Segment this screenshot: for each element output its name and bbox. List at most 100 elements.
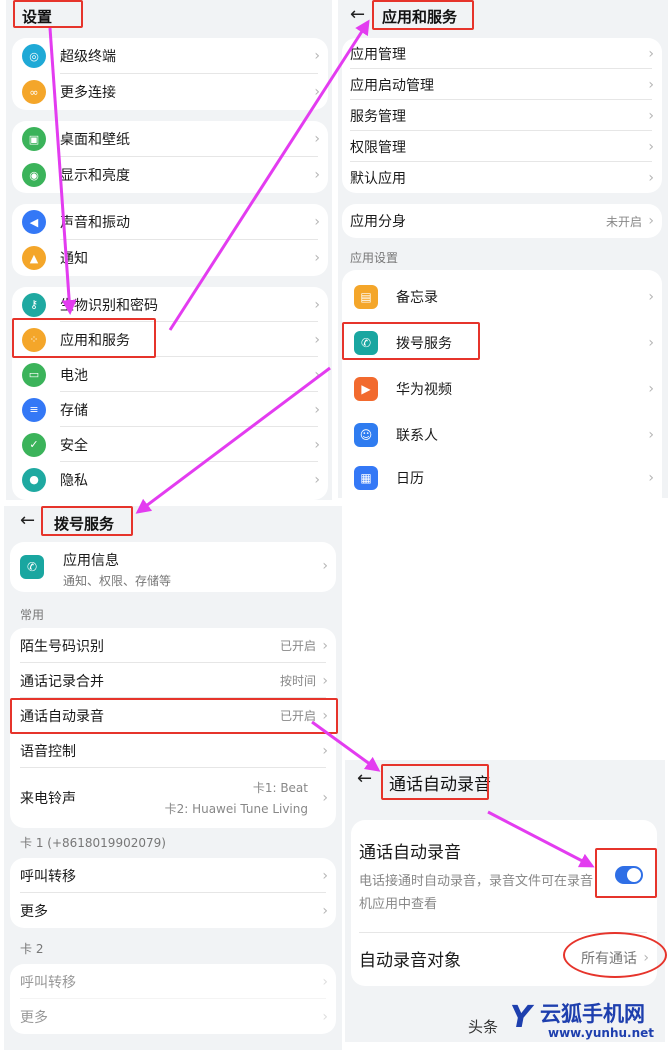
eye-icon: ◉	[22, 163, 46, 187]
apps-group-management: 应用管理 › 应用启动管理 › 服务管理 › 权限管理 › 默认应用 ›	[342, 38, 662, 193]
dial-item-voice-control[interactable]: 语音控制 ›	[10, 733, 336, 768]
chevron-right-icon: ›	[314, 167, 320, 183]
chevron-right-icon: ›	[322, 558, 328, 574]
ringtone-card2-value: 卡2: Huawei Tune Living	[164, 802, 308, 816]
settings-item-display[interactable]: ◉ 显示和亮度 ›	[12, 157, 328, 193]
section-label-common: 常用	[20, 608, 45, 622]
watermark-source: 头条	[468, 1018, 499, 1036]
watermark-url: www.yunhu.net	[548, 1026, 655, 1040]
apps-list-settings: ▤ 备忘录 › ✆ 拨号服务 › ▶ 华为视频 › ☺ 联系人 › ▦ 日历 ›	[342, 270, 662, 498]
shield-icon: ✓	[22, 432, 46, 457]
privacy-icon: ●	[22, 467, 46, 492]
settings-item-battery[interactable]: ▭ 电池 ›	[12, 357, 328, 392]
memo-icon: ▤	[354, 285, 378, 309]
chevron-right-icon: ›	[648, 289, 654, 305]
chevron-right-icon: ›	[322, 867, 328, 884]
watermark-brand: 云狐手机网	[540, 1002, 645, 1026]
chevron-right-icon: ›	[314, 131, 320, 147]
link-icon: ∞	[22, 80, 46, 104]
chevron-right-icon: ›	[322, 637, 328, 654]
settings-screen: 设置 ◎ 超级终端 › ∞ 更多连接 › ▣ 桌面和壁纸 › ◉ 显示和亮度 ›…	[6, 0, 332, 500]
highlight-auto-record-item	[10, 698, 338, 734]
dial-card1-call-forwarding[interactable]: 呼叫转移 ›	[10, 858, 336, 893]
wallpaper-icon: ▣	[22, 127, 46, 151]
highlight-dialer-item	[342, 322, 480, 360]
chevron-right-icon: ›	[648, 107, 654, 124]
apps-item-startup-management[interactable]: 应用启动管理 ›	[342, 69, 662, 100]
highlight-settings-title	[13, 0, 83, 28]
chevron-right-icon: ›	[322, 742, 328, 759]
apps-group-clone: 应用分身 未开启 ›	[342, 204, 662, 238]
chevron-right-icon: ›	[314, 366, 320, 383]
video-icon: ▶	[354, 377, 378, 401]
super-device-icon: ◎	[22, 44, 46, 68]
settings-item-more-connections[interactable]: ∞ 更多连接 ›	[12, 74, 328, 110]
apps-item-huawei-video[interactable]: ▶ 华为视频 ›	[342, 366, 662, 412]
chevron-right-icon: ›	[322, 790, 328, 806]
back-arrow-icon[interactable]: ←	[350, 4, 365, 25]
chevron-right-icon: ›	[322, 672, 328, 689]
apps-item-default-apps[interactable]: 默认应用 ›	[342, 162, 662, 193]
chevron-right-icon: ›	[322, 902, 328, 919]
chevron-right-icon: ›	[648, 45, 654, 62]
chevron-right-icon: ›	[314, 331, 320, 348]
settings-item-biometrics[interactable]: ⚷ 生物识别和密码 ›	[12, 287, 328, 322]
watermark-logo-icon: Y	[510, 1000, 532, 1035]
storage-icon: ≡	[22, 397, 46, 422]
settings-group-connect: ◎ 超级终端 › ∞ 更多连接 ›	[12, 38, 328, 110]
chevron-right-icon: ›	[314, 250, 320, 266]
calendar-icon: ▦	[354, 466, 378, 490]
phone-icon: ✆	[20, 555, 44, 579]
section-label-card1: 卡 1 (+8618019902079)	[20, 836, 166, 850]
bell-icon: ▲	[22, 246, 46, 270]
chevron-right-icon: ›	[648, 76, 654, 93]
apps-item-calendar[interactable]: ▦ 日历 ›	[342, 458, 662, 498]
chevron-right-icon: ›	[322, 1008, 328, 1025]
auto-record-label: 通话自动录音	[359, 843, 461, 863]
dial-item-ringtone[interactable]: 来电铃声 卡1: Beat 卡2: Huawei Tune Living ›	[10, 768, 336, 828]
apps-item-app-clone[interactable]: 应用分身 未开启 ›	[342, 204, 662, 238]
app-clone-status: 未开启	[605, 214, 642, 229]
dial-item-unknown-number[interactable]: 陌生号码识别 已开启 ›	[10, 628, 336, 663]
settings-item-sound[interactable]: ◀ 声音和振动 ›	[12, 204, 328, 240]
highlight-apps-services-item	[12, 318, 156, 358]
chevron-right-icon: ›	[314, 401, 320, 418]
back-arrow-icon[interactable]: ←	[20, 510, 35, 531]
highlight-apps-title	[372, 0, 474, 30]
highlight-record-title	[381, 764, 489, 800]
settings-item-wallpaper[interactable]: ▣ 桌面和壁纸 ›	[12, 121, 328, 157]
dial-card2-more[interactable]: 更多 ›	[10, 999, 336, 1034]
settings-item-privacy[interactable]: ● 隐私 ›	[12, 462, 328, 497]
apps-services-screen: ← 应用和服务 应用管理 › 应用启动管理 › 服务管理 › 权限管理 › 默认…	[338, 0, 668, 498]
battery-icon: ▭	[22, 362, 46, 387]
apps-item-service-management[interactable]: 服务管理 ›	[342, 100, 662, 131]
chevron-right-icon: ›	[314, 48, 320, 64]
dial-card1-group: 呼叫转移 › 更多 ›	[10, 858, 336, 928]
apps-item-contacts[interactable]: ☺ 联系人 ›	[342, 412, 662, 458]
dial-card1-more[interactable]: 更多 ›	[10, 893, 336, 928]
apps-item-app-management[interactable]: 应用管理 ›	[342, 38, 662, 69]
key-icon: ⚷	[22, 292, 46, 317]
dial-item-call-log-merge[interactable]: 通话记录合并 按时间 ›	[10, 663, 336, 698]
chevron-right-icon: ›	[314, 84, 320, 100]
back-arrow-icon[interactable]: ←	[357, 768, 372, 789]
apps-item-memo[interactable]: ▤ 备忘录 ›	[342, 274, 662, 320]
settings-group-display: ▣ 桌面和壁纸 › ◉ 显示和亮度 ›	[12, 121, 328, 193]
chevron-right-icon: ›	[322, 973, 328, 990]
settings-item-storage[interactable]: ≡ 存储 ›	[12, 392, 328, 427]
chevron-right-icon: ›	[314, 471, 320, 488]
dial-app-info-card[interactable]: ✆ 应用信息 通知、权限、存储等 ›	[10, 542, 336, 592]
chevron-right-icon: ›	[648, 470, 654, 486]
chevron-right-icon: ›	[314, 214, 320, 230]
contact-icon: ☺	[354, 423, 378, 447]
highlight-dialer-title	[41, 506, 133, 536]
settings-item-super-device[interactable]: ◎ 超级终端 ›	[12, 38, 328, 74]
settings-item-notification[interactable]: ▲ 通知 ›	[12, 240, 328, 276]
chevron-right-icon: ›	[648, 169, 654, 186]
auto-record-description: 电话接通时自动录音，录音文件可在录音机应用中查看	[359, 874, 594, 912]
settings-item-security[interactable]: ✓ 安全 ›	[12, 427, 328, 462]
chevron-right-icon: ›	[648, 138, 654, 155]
dial-card2-call-forwarding[interactable]: 呼叫转移 ›	[10, 964, 336, 999]
apps-item-permission-management[interactable]: 权限管理 ›	[342, 131, 662, 162]
chevron-right-icon: ›	[314, 296, 320, 313]
